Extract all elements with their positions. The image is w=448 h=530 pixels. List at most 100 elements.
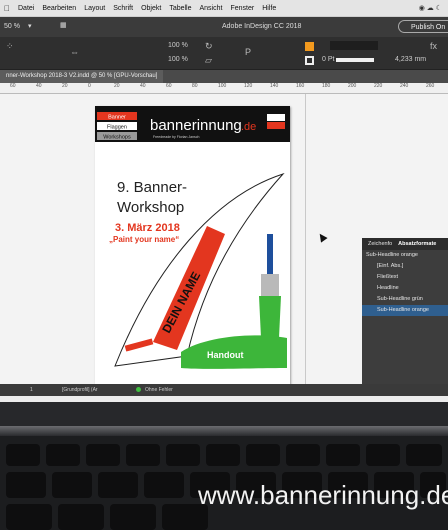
poster-title-line2: Workshop [117, 199, 184, 216]
menu-objekt[interactable]: Objekt [141, 5, 161, 12]
key [406, 444, 442, 466]
laptop-bezel [0, 402, 448, 426]
poster-date: 3. März 2018 [115, 222, 180, 234]
publish-online-button[interactable]: Publish On [398, 20, 448, 33]
effects-icon[interactable]: fx [430, 41, 437, 51]
panel-tabs: Zeichenfo Absatzformate [362, 238, 448, 250]
menu-schrift[interactable]: Schrift [113, 5, 133, 12]
stroke-swatch[interactable] [305, 56, 314, 65]
fill-swatch[interactable] [305, 42, 314, 51]
ruler-tick: 200 [348, 83, 357, 89]
stroke-style-field[interactable] [330, 41, 378, 50]
ruler-tick: 20 [62, 83, 68, 89]
key [6, 504, 52, 530]
poster-title-line1: 9. Banner- [117, 179, 187, 196]
ruler-tick: 220 [374, 83, 383, 89]
status-bar: 1 [Grundprofil] (Ar Ohne Fehler [0, 384, 448, 396]
ruler-tick: 40 [36, 83, 42, 89]
publish-label: Publish On [411, 24, 446, 31]
key [98, 472, 138, 498]
key [206, 444, 240, 466]
tab-character-styles[interactable]: Zeichenfo [368, 241, 392, 247]
flag-label-banner: Banner [108, 115, 126, 121]
reference-point-icon[interactable]: ⁘ [6, 41, 14, 52]
ruler-tick: 80 [192, 83, 198, 89]
menu-tabelle[interactable]: Tabelle [169, 5, 191, 12]
rotate-icon[interactable]: ↻ [205, 41, 213, 52]
ruler-tick: 0 [88, 83, 91, 89]
scale-percent[interactable]: 100 % [168, 42, 188, 49]
current-style-label: Sub-Headline orange [366, 252, 418, 258]
style-item-basic[interactable]: [Einf. Abs.] [362, 261, 448, 272]
apple-menu-icon[interactable]:  [4, 4, 10, 13]
paintbrush-bristles [259, 296, 281, 338]
key [286, 444, 320, 466]
page-number[interactable]: 1 [30, 387, 33, 393]
key [246, 444, 280, 466]
ruler-tick: 160 [296, 83, 305, 89]
style-item-subheadline-green[interactable]: Sub-Headline grün [362, 294, 448, 305]
menu-ansicht[interactable]: Ansicht [200, 5, 223, 12]
poster-artwork: Banner Flaggen Workshops bannerinnung .d… [95, 106, 290, 369]
poster-page[interactable]: Banner Flaggen Workshops bannerinnung .d… [95, 106, 290, 388]
flag-label-workshops: Workshops [103, 135, 131, 141]
key [52, 472, 92, 498]
key [46, 444, 80, 466]
laptop-hinge [0, 426, 448, 436]
handout-text: Handout [207, 350, 244, 360]
paintbrush-ferrule [261, 274, 279, 296]
key [6, 472, 46, 498]
key [58, 504, 104, 530]
shear-icon[interactable]: ▱ [205, 55, 212, 66]
menu-datei[interactable]: Datei [18, 5, 34, 12]
spacing-mm[interactable]: 4,233 mm [395, 56, 426, 63]
ruler-tick: 40 [140, 83, 146, 89]
menu-layout[interactable]: Layout [84, 5, 105, 12]
zoom-level[interactable]: 50 % [4, 23, 20, 30]
screen:  Datei Bearbeiten Layout Schrift Objekt… [0, 0, 448, 402]
small-flag-red [267, 122, 285, 129]
ruler-tick: 120 [244, 83, 253, 89]
stroke-weight[interactable]: 0 Pt [322, 56, 334, 63]
key [6, 444, 40, 466]
view-options-icon[interactable]: ▦ [60, 21, 67, 29]
scale-percent-2[interactable]: 100 % [168, 56, 188, 63]
ruler-tick: 100 [218, 83, 227, 89]
width-field-icon[interactable]: ⇔ [70, 47, 79, 57]
key [126, 444, 160, 466]
flag-label-flaggen: Flaggen [107, 125, 127, 131]
style-item-headline[interactable]: Headline [362, 283, 448, 294]
zoom-dropdown-icon[interactable]: ▾ [28, 22, 32, 30]
watermark-text: www.bannerinnung.de [198, 480, 448, 510]
ruler-tick: 240 [400, 83, 409, 89]
style-item-subheadline-orange[interactable]: Sub-Headline orange [362, 305, 448, 316]
key [110, 504, 156, 530]
preflight-status-icon [136, 387, 141, 392]
paragraph-styles-panel: Zeichenfo Absatzformate Sub-Headline ora… [362, 238, 448, 388]
flip-icon[interactable]: P [245, 47, 251, 57]
document-tab[interactable]: nner-Workshop 2018-3 V2.indd @ 50 % [GPU… [0, 70, 164, 83]
menu-hilfe[interactable]: Hilfe [262, 5, 276, 12]
ruler-tick: 60 [10, 83, 16, 89]
menu-bearbeiten[interactable]: Bearbeiten [42, 5, 76, 12]
app-title: Adobe InDesign CC 2018 [222, 23, 302, 30]
key [86, 444, 120, 466]
preflight-status[interactable]: Ohne Fehler [145, 387, 173, 393]
poster-motto: „Paint your name“ [109, 235, 179, 244]
menu-fenster[interactable]: Fenster [230, 5, 254, 12]
style-item-body[interactable]: Fließtext [362, 272, 448, 283]
control-panel: ⁘ ⇔ 100 % 100 % ↻ ▱ P 0 Pt 4,233 mm fx [0, 37, 448, 70]
tab-paragraph-styles[interactable]: Absatzformate [398, 241, 436, 247]
logo-main: bannerinnung [150, 117, 242, 134]
page-guide [305, 94, 306, 384]
stroke-type-line[interactable] [336, 58, 374, 62]
key [366, 444, 400, 466]
horizontal-ruler: 60 40 20 0 20 40 60 80 100 120 140 160 1… [0, 83, 448, 94]
small-flag-white [267, 114, 285, 121]
logo-tld: .de [241, 121, 256, 133]
ruler-tick: 140 [270, 83, 279, 89]
ruler-tick: 260 [426, 83, 435, 89]
layout-profile[interactable]: [Grundprofil] (Ar [62, 387, 98, 393]
paintbrush-handle [267, 234, 273, 274]
logo-sub: Freedreade by Florian Jansch [153, 135, 200, 139]
